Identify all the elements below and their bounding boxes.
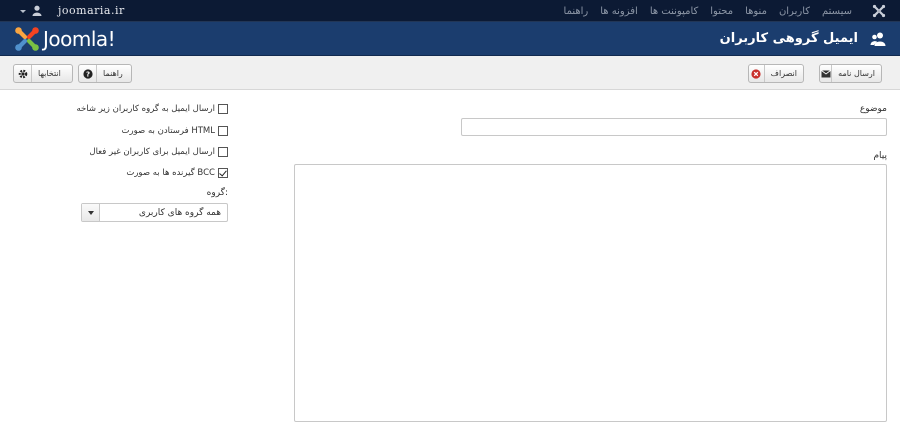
message-label: پیام (873, 151, 887, 161)
cancel-button[interactable]: انصراف (748, 64, 804, 83)
option-disabled-users[interactable]: ارسال ایمیل برای کاربران غیر فعال (89, 145, 228, 159)
top-menu: سیستم کاربران منوها محتوا کامپوننت ها اف… (552, 0, 852, 22)
joomla-icon[interactable] (872, 4, 886, 18)
cancel-label: انصراف (770, 69, 797, 78)
menu-item-help[interactable]: راهنما (564, 6, 589, 17)
joomla-logo[interactable]: Joomla! (14, 26, 116, 52)
menu-item-extensions[interactable]: افزونه ها (600, 6, 638, 17)
chevron-down-icon[interactable] (82, 204, 100, 221)
logo-text: Joomla! (43, 27, 116, 51)
page-header: Joomla! ایمیل گروهی کاربران (0, 22, 900, 56)
option-label: فرستادن به صورت HTML (121, 126, 215, 136)
option-label: گیرنده ها به صورت BCC (126, 168, 215, 178)
menu-item-content[interactable]: محتوا (710, 6, 733, 17)
site-name-link[interactable]: joomaria.ir (58, 4, 125, 17)
checkbox[interactable] (218, 126, 228, 136)
group-select-value: همه گروه های کاربری (138, 207, 221, 218)
option-label: ارسال ایمیل به گروه کاربران زیر شاخه (76, 104, 215, 114)
send-mail-button[interactable]: ارسال نامه (819, 64, 882, 83)
user-menu[interactable] (20, 3, 46, 19)
top-navbar: سیستم کاربران منوها محتوا کامپوننت ها اف… (0, 0, 900, 22)
send-mail-label: ارسال نامه (838, 69, 875, 78)
subject-input[interactable] (461, 118, 887, 136)
option-child-groups[interactable]: ارسال ایمیل به گروه کاربران زیر شاخه (76, 102, 228, 116)
gear-icon (14, 65, 32, 82)
checkbox[interactable] (218, 104, 228, 114)
mail-form: موضوع پیام (294, 90, 887, 423)
help-button[interactable]: ? راهنما (78, 64, 132, 83)
toolbar: ارسال نامه انصراف ? راهنما انتخابها (0, 56, 900, 90)
help-label: راهنما (103, 69, 123, 78)
checkbox[interactable] (218, 147, 228, 157)
group-select[interactable]: همه گروه های کاربری (81, 203, 228, 222)
user-icon (32, 5, 42, 16)
group-label: گروه: (206, 188, 228, 198)
option-html-mode[interactable]: فرستادن به صورت HTML (122, 124, 228, 138)
menu-item-users[interactable]: کاربران (779, 6, 810, 17)
menu-item-components[interactable]: کامپوننت ها (650, 6, 698, 17)
cancel-icon (749, 65, 765, 82)
options-button[interactable]: انتخابها (13, 64, 73, 83)
chevron-down-icon (20, 10, 26, 13)
option-bcc[interactable]: گیرنده ها به صورت BCC (126, 166, 228, 180)
users-icon (870, 32, 886, 46)
help-icon: ? (79, 65, 97, 82)
mail-options: ارسال ایمیل به گروه کاربران زیر شاخه فرس… (76, 98, 230, 228)
joomla-logo-icon (15, 27, 39, 51)
envelope-icon (820, 65, 833, 82)
option-label: ارسال ایمیل برای کاربران غیر فعال (89, 147, 215, 157)
page-title: ایمیل گروهی کاربران (719, 31, 858, 46)
subject-label: موضوع (859, 104, 887, 114)
svg-text:?: ? (85, 70, 89, 78)
menu-item-system[interactable]: سیستم (822, 6, 852, 17)
options-label: انتخابها (38, 69, 61, 78)
message-textarea[interactable] (294, 164, 887, 422)
menu-item-menus[interactable]: منوها (745, 6, 767, 17)
checkbox-checked[interactable] (218, 168, 228, 178)
